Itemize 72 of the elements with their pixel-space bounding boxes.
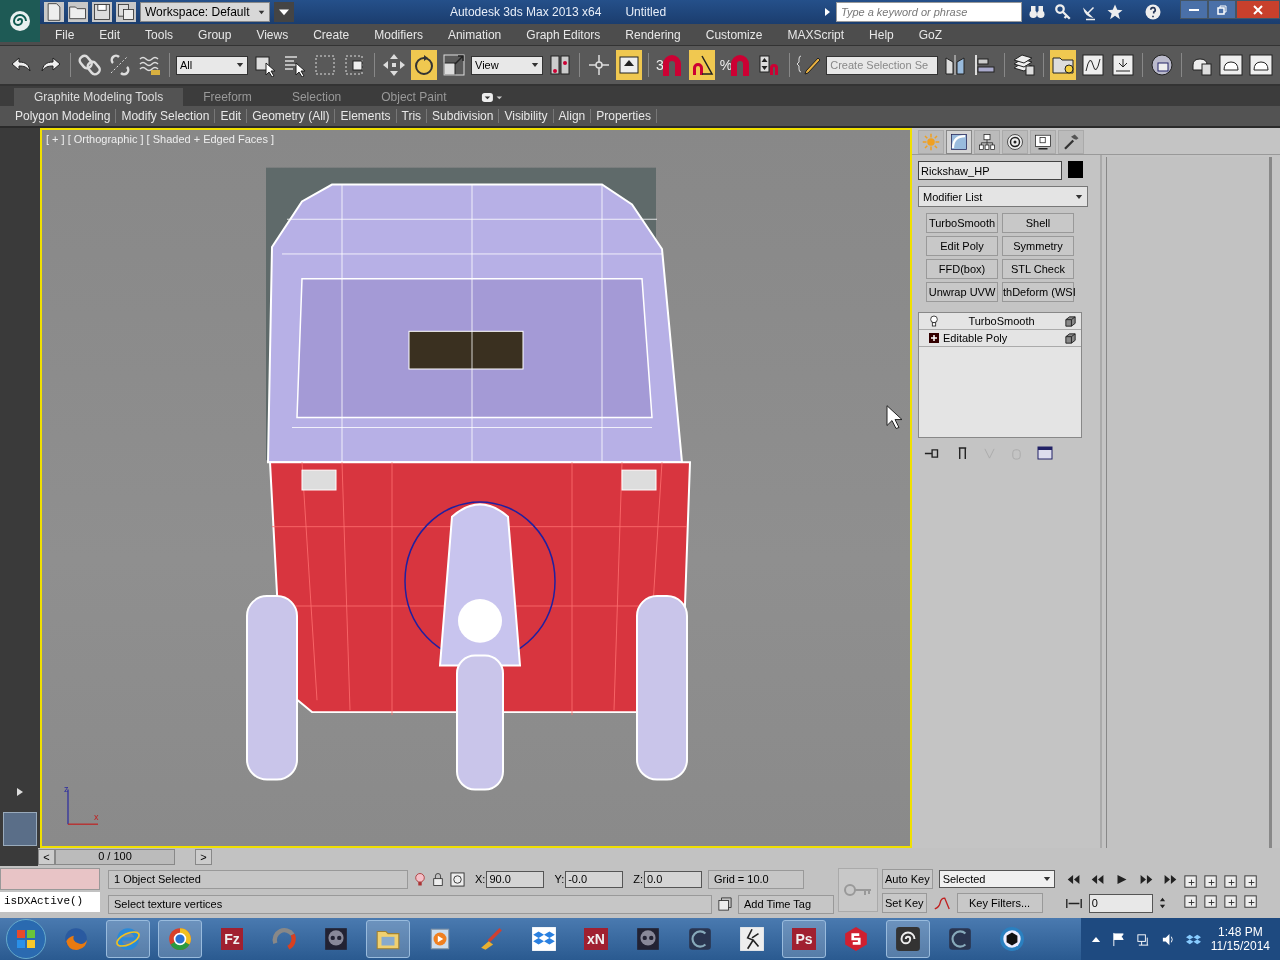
- menu-item[interactable]: Tools: [145, 27, 174, 42]
- menu-item[interactable]: Views: [256, 27, 289, 42]
- ribbon-panel-button[interactable]: Tris: [396, 109, 428, 123]
- ribbon-panel-button[interactable]: Elements: [335, 109, 397, 123]
- add-time-tag-button[interactable]: Add Time Tag: [738, 894, 834, 914]
- z-label: Z:: [633, 873, 643, 885]
- previous-frame-button[interactable]: <: [38, 849, 55, 865]
- toolbar-button[interactable]: 3: [655, 50, 685, 80]
- dropdown[interactable]: All: [176, 55, 248, 75]
- dropdown[interactable]: View: [471, 55, 543, 75]
- ribbon-panel-button[interactable]: Polygon Modeling: [10, 109, 117, 123]
- letter-logo-icon: Ps: [792, 928, 816, 950]
- key-filters-button[interactable]: Key Filters...: [956, 893, 1043, 913]
- key-mode-dropdown[interactable]: Selected: [938, 870, 1055, 888]
- menu-item[interactable]: GoZ: [918, 27, 943, 42]
- modifier-button[interactable]: Shell: [1002, 213, 1074, 233]
- x-coordinate-field[interactable]: 90.0: [486, 870, 545, 888]
- modifier-list-dropdown[interactable]: Modifier List: [918, 186, 1088, 207]
- selection-status: 1 Object Selected: [108, 869, 408, 889]
- menu-item[interactable]: Graph Editors: [526, 27, 601, 42]
- taskbar-button[interactable]: xN: [574, 920, 618, 958]
- menu-item[interactable]: Modifiers: [374, 27, 423, 42]
- maxscript-output-field[interactable]: isDXActive(): [0, 892, 100, 912]
- ribbon-panel-button[interactable]: Modify Selection: [116, 109, 216, 123]
- ribbon-panel-button[interactable]: Subdivision: [427, 109, 500, 123]
- modifier-button[interactable]: Unwrap UVW: [926, 282, 998, 302]
- menu-item[interactable]: MAXScript: [787, 27, 845, 42]
- clock-date[interactable]: 11/15/2014: [1210, 939, 1270, 953]
- menu-item[interactable]: Animation: [447, 27, 502, 42]
- modifier-button[interactable]: thDeform (WSI: [1002, 282, 1074, 302]
- modifier-button[interactable]: Edit Poly: [926, 236, 998, 256]
- letter-logo-icon: xN: [584, 928, 608, 950]
- modifier-button[interactable]: STL Check: [1002, 259, 1074, 279]
- menu-item[interactable]: Create: [313, 27, 350, 42]
- modifier-stack-item[interactable]: TurboSmooth: [919, 313, 1081, 330]
- menu-item[interactable]: Customize: [705, 27, 763, 42]
- ribbon-panel-button[interactable]: Edit: [215, 109, 248, 123]
- set-key-button[interactable]: Set Key: [882, 893, 927, 913]
- grid-status: Grid = 10.0: [708, 869, 804, 889]
- time-slider[interactable]: 0 / 100: [55, 849, 175, 865]
- clock-time[interactable]: 1:48 PM: [1218, 925, 1263, 939]
- z-coordinate-field[interactable]: 0.0: [644, 870, 702, 888]
- y-label: Y:: [554, 873, 565, 885]
- next-frame-button[interactable]: >: [195, 849, 212, 865]
- search-field[interactable]: Type a keyword or phrase: [836, 2, 1022, 22]
- ribbon-panel-button[interactable]: Properties: [591, 109, 657, 123]
- menu-item[interactable]: Edit: [99, 27, 121, 42]
- named-selection-field[interactable]: Create Selection Se: [826, 55, 939, 75]
- workspace-dropdown[interactable]: Workspace: Default: [140, 2, 270, 22]
- app-title: Autodesk 3ds Max 2013 x64: [449, 5, 602, 19]
- menu-item[interactable]: Rendering: [625, 27, 681, 42]
- modifier-button[interactable]: FFD(box): [926, 259, 998, 279]
- current-frame-field[interactable]: 0: [1088, 893, 1153, 913]
- object-name-field[interactable]: Rickshaw_HP: [918, 161, 1062, 180]
- auto-key-button[interactable]: Auto Key: [882, 869, 933, 889]
- modifier-button[interactable]: TurboSmooth: [926, 213, 998, 233]
- axis-gizmo: z x: [64, 784, 99, 825]
- modifier-button[interactable]: Symmetry: [1002, 236, 1074, 256]
- modifier-stack-item[interactable]: Editable Poly: [919, 330, 1081, 347]
- ribbon-tab[interactable]: Graphite Modeling Tools: [14, 88, 184, 106]
- menu-item[interactable]: Group: [198, 27, 232, 42]
- document-title: Untitled: [625, 5, 667, 19]
- ribbon-panel-button[interactable]: Visibility: [499, 109, 554, 123]
- ribbon-panel-button[interactable]: Geometry (All): [247, 109, 336, 123]
- menu-item[interactable]: Help: [869, 27, 894, 42]
- y-coordinate-field[interactable]: -0.0: [565, 870, 624, 888]
- taskbar-button[interactable]: Ps: [782, 920, 826, 958]
- menu-item[interactable]: File: [55, 27, 75, 42]
- x-label: X:: [475, 873, 486, 885]
- taskbar-button[interactable]: Fz: [210, 920, 254, 958]
- letter-logo-icon: Fz: [221, 928, 243, 950]
- ribbon-panel-button[interactable]: Align: [553, 109, 592, 123]
